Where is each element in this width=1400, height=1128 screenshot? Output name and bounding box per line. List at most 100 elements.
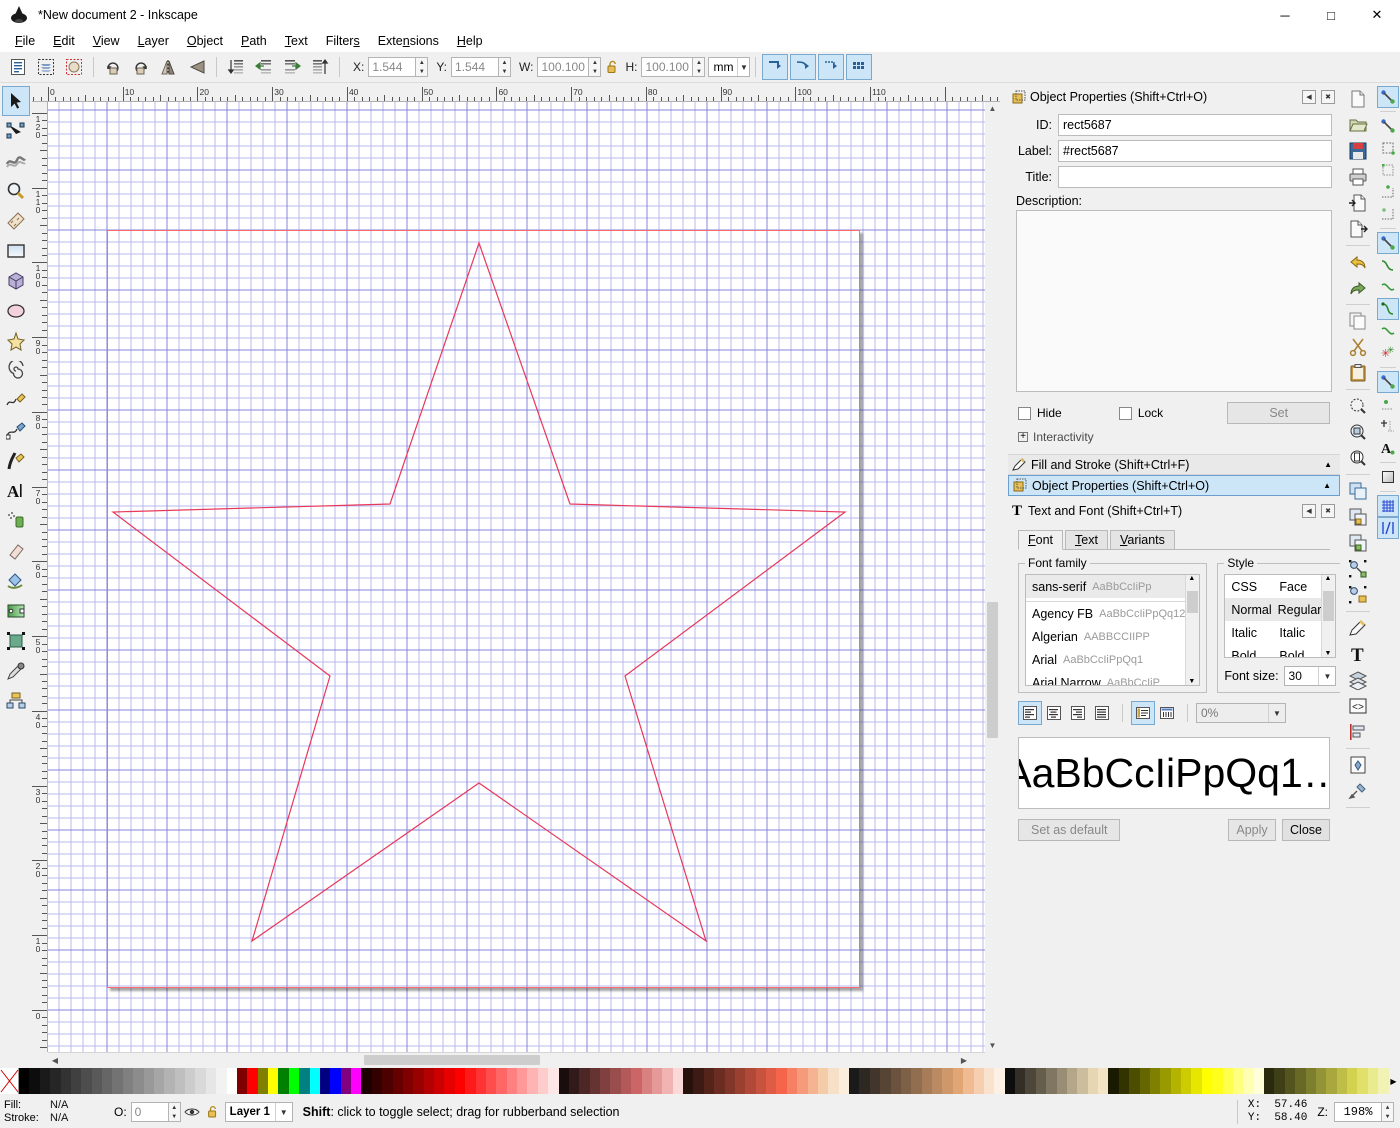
- paste-icon[interactable]: [1342, 360, 1374, 386]
- palette-swatch[interactable]: [361, 1068, 371, 1094]
- scroll-up-arrow[interactable]: ▲: [985, 102, 1000, 115]
- menu-text[interactable]: Text: [276, 32, 317, 50]
- export-icon[interactable]: [1342, 216, 1374, 242]
- snap-rotation-center-toggle[interactable]: [1377, 415, 1399, 437]
- chevron-up-icon[interactable]: ▲: [1324, 460, 1332, 469]
- palette-swatch[interactable]: [818, 1068, 828, 1094]
- tool-pencil[interactable]: [2, 386, 30, 416]
- palette-swatch[interactable]: [403, 1068, 413, 1094]
- h-field[interactable]: 100.100: [641, 57, 693, 77]
- copy-icon[interactable]: [1342, 308, 1374, 334]
- palette-swatch[interactable]: [683, 1068, 693, 1094]
- tool-measure[interactable]: [2, 206, 30, 236]
- snap-grid-toggle[interactable]: [1377, 495, 1399, 517]
- rotate-90-cw-icon[interactable]: [128, 54, 154, 80]
- menu-edit[interactable]: Edit: [44, 32, 84, 50]
- palette-swatch[interactable]: [444, 1068, 454, 1094]
- palette-swatch[interactable]: [393, 1068, 403, 1094]
- palette-swatch[interactable]: [372, 1068, 382, 1094]
- tool-bezier[interactable]: [2, 416, 30, 446]
- duplicate-icon[interactable]: [1342, 478, 1374, 504]
- palette-swatch[interactable]: [662, 1068, 672, 1094]
- palette-swatch[interactable]: [1326, 1068, 1336, 1094]
- palette-swatch[interactable]: [50, 1068, 60, 1094]
- tool-eraser[interactable]: [2, 536, 30, 566]
- title-input[interactable]: [1058, 166, 1332, 188]
- horizontal-ruler[interactable]: 0102030405060708090100110: [32, 86, 1000, 102]
- rotate-90-ccw-icon[interactable]: [100, 54, 126, 80]
- palette-swatch[interactable]: [507, 1068, 517, 1094]
- units-select[interactable]: mm ▼: [708, 57, 750, 77]
- palette-swatch[interactable]: [1243, 1068, 1253, 1094]
- palette-swatch[interactable]: [787, 1068, 797, 1094]
- palette-swatch[interactable]: [278, 1068, 288, 1094]
- palette-swatch[interactable]: [756, 1068, 766, 1094]
- label-input[interactable]: #rect5687: [1058, 140, 1332, 162]
- lock-checkbox[interactable]: [1119, 407, 1132, 420]
- palette-swatch[interactable]: [123, 1068, 133, 1094]
- palette-swatch[interactable]: [704, 1068, 714, 1094]
- vertical-scrollbar[interactable]: ▲ ▼: [985, 102, 1000, 1052]
- palette-swatch[interactable]: [1306, 1068, 1316, 1094]
- palette-swatch[interactable]: [1015, 1068, 1025, 1094]
- palette-swatch[interactable]: [808, 1068, 818, 1094]
- padlock-icon[interactable]: [203, 1105, 223, 1119]
- flip-horizontal-icon[interactable]: [156, 54, 182, 80]
- clone-icon[interactable]: [1342, 556, 1374, 582]
- palette-swatch[interactable]: [476, 1068, 486, 1094]
- palette-swatch[interactable]: [673, 1068, 683, 1094]
- fill-stroke-indicator[interactable]: Fill:N/A Stroke:N/A: [4, 1099, 104, 1125]
- palette-swatch[interactable]: [839, 1068, 849, 1094]
- palette-swatch[interactable]: [538, 1068, 548, 1094]
- palette-swatch[interactable]: [1140, 1068, 1150, 1094]
- set-button[interactable]: Set: [1227, 402, 1330, 424]
- font-list-item[interactable]: AlgerianAABBCCIIPP: [1026, 625, 1185, 648]
- style-list-item[interactable]: ItalicItalic: [1225, 621, 1321, 644]
- palette-swatch[interactable]: [1347, 1068, 1357, 1094]
- eye-icon[interactable]: [181, 1106, 203, 1118]
- font-family-list[interactable]: sans-serifAaBbCcIiPpAgency FBAaBbCcIiPpQ…: [1025, 574, 1200, 686]
- palette-swatch[interactable]: [828, 1068, 838, 1094]
- tool-calligraphy[interactable]: [2, 446, 30, 476]
- tab-text[interactable]: Text: [1065, 530, 1108, 549]
- scroll-down-arrow[interactable]: ▼: [985, 1039, 1000, 1052]
- palette-swatch[interactable]: [382, 1068, 392, 1094]
- style-list-item[interactable]: BoldBold: [1225, 644, 1321, 658]
- horizontal-scroll-thumb[interactable]: [364, 1055, 540, 1065]
- snap-path-intersection-toggle[interactable]: [1377, 276, 1399, 298]
- palette-swatch[interactable]: [19, 1068, 29, 1094]
- palette-swatch[interactable]: [351, 1068, 361, 1094]
- palette-swatch[interactable]: [621, 1068, 631, 1094]
- snap-text-baseline-toggle[interactable]: A: [1377, 437, 1399, 459]
- palette-swatch[interactable]: [1160, 1068, 1170, 1094]
- apply-button[interactable]: Apply: [1228, 819, 1276, 841]
- snap-path-toggle[interactable]: [1377, 254, 1399, 276]
- affect-gradients-icon[interactable]: [818, 54, 844, 80]
- import-icon[interactable]: [1342, 190, 1374, 216]
- palette-swatch[interactable]: [1202, 1068, 1212, 1094]
- raise-to-top-icon[interactable]: [307, 54, 333, 80]
- palette-swatch[interactable]: [330, 1068, 340, 1094]
- palette-swatch[interactable]: [175, 1068, 185, 1094]
- palette-swatch[interactable]: [195, 1068, 205, 1094]
- font-list-item[interactable]: Agency FBAaBbCcIiPpQq12: [1026, 602, 1185, 625]
- snap-bbox-edge-midpoint-toggle[interactable]: [1377, 181, 1399, 203]
- menu-help[interactable]: Help: [448, 32, 492, 50]
- snap-bbox-edge-toggle[interactable]: [1377, 137, 1399, 159]
- tool-mesh-gradient[interactable]: [2, 626, 30, 656]
- palette-swatch[interactable]: [859, 1068, 869, 1094]
- lower-to-bottom-icon[interactable]: [223, 54, 249, 80]
- text-panel-collapse-button[interactable]: ◀: [1302, 504, 1316, 518]
- palette-swatch[interactable]: [911, 1068, 921, 1094]
- horizontal-scrollbar[interactable]: ◀ ▶: [48, 1052, 985, 1066]
- palette-swatch[interactable]: [237, 1068, 247, 1094]
- palette-swatch[interactable]: [247, 1068, 257, 1094]
- tool-dropper[interactable]: [2, 656, 30, 686]
- palette-swatch[interactable]: [40, 1068, 50, 1094]
- y-field[interactable]: 1.544: [451, 57, 499, 77]
- text-font-dialog-icon[interactable]: T: [1342, 641, 1374, 667]
- print-document-icon[interactable]: [1342, 164, 1374, 190]
- palette-swatch[interactable]: [61, 1068, 71, 1094]
- palette-swatch[interactable]: [994, 1068, 1004, 1094]
- opacity-input[interactable]: 0: [131, 1102, 169, 1122]
